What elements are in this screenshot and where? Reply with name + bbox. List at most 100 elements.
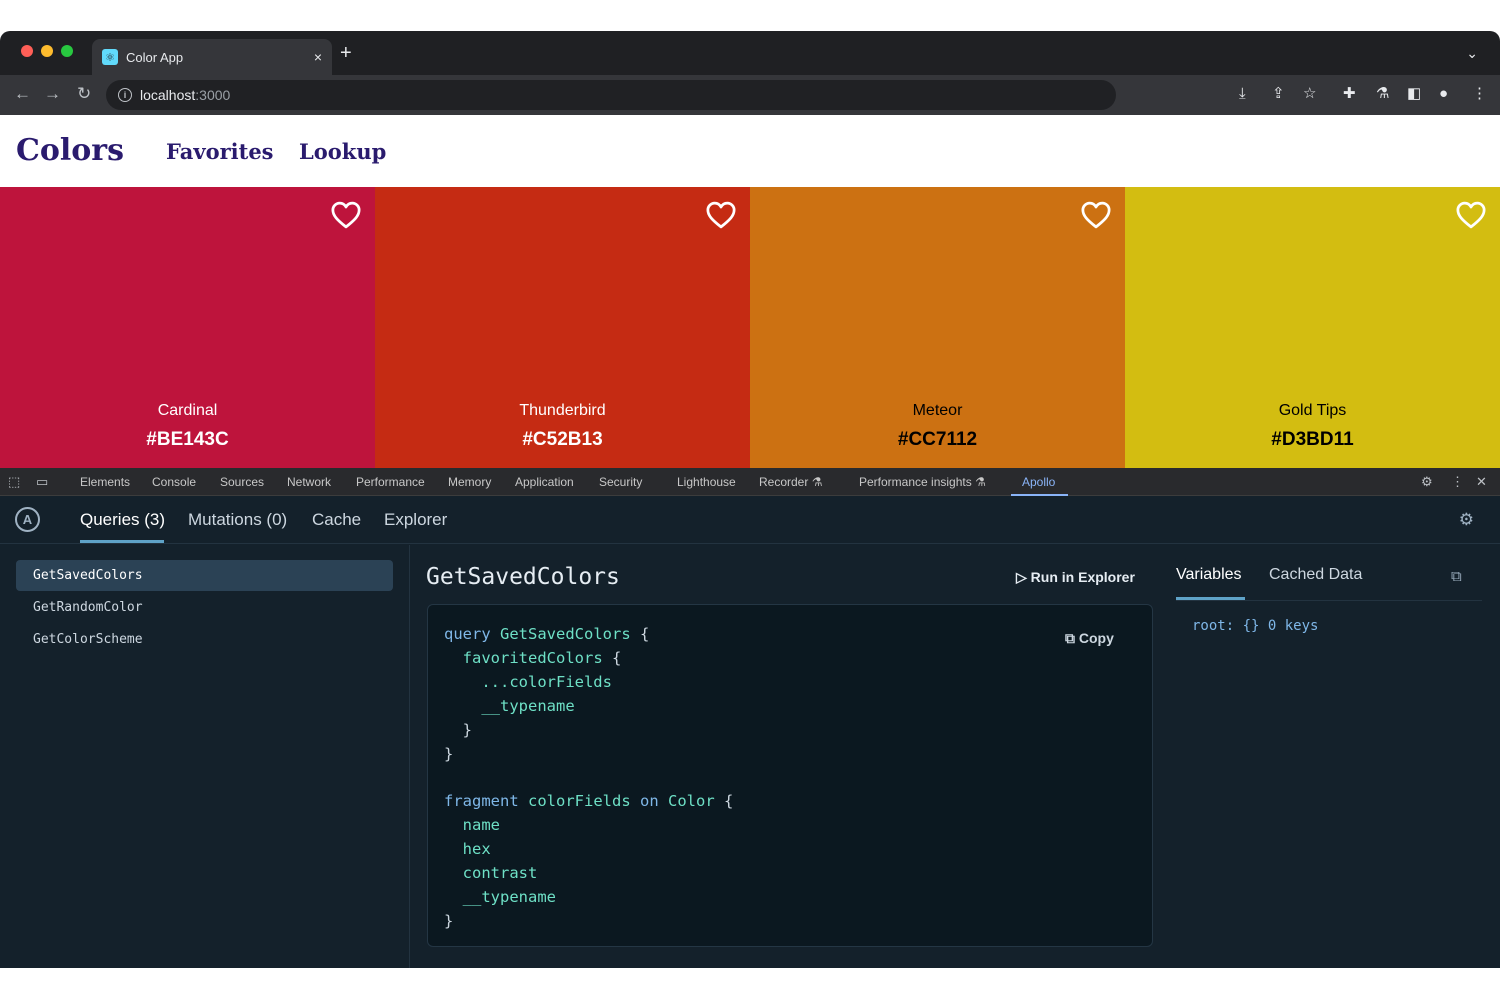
favorite-heart-icon[interactable] bbox=[1456, 201, 1486, 229]
color-name: Cardinal bbox=[157, 402, 218, 419]
browser-tab[interactable]: ⚛ Color App × bbox=[92, 39, 332, 75]
devtools-close-icon[interactable]: ✕ bbox=[1476, 474, 1487, 490]
code-line: ...colorFields bbox=[481, 672, 612, 691]
nav-favorites-link[interactable]: Favorites bbox=[166, 139, 274, 164]
nav-lookup-link[interactable]: Lookup bbox=[299, 139, 386, 164]
devtools-tab-console[interactable]: Console bbox=[152, 475, 196, 489]
close-tab-icon[interactable]: × bbox=[314, 49, 322, 65]
color-hex: #BE143C bbox=[146, 429, 229, 450]
maximize-window-button[interactable] bbox=[61, 45, 73, 57]
color-swatches: Cardinal #BE143C Thunderbird #C52B13 Meteor #… bbox=[0, 187, 1500, 468]
profile-icon[interactable]: ● bbox=[1439, 86, 1448, 102]
color-card[interactable]: Meteor #CC7112 bbox=[750, 187, 1125, 468]
recorder-label: Recorder bbox=[759, 475, 809, 489]
url-host: localhost bbox=[140, 87, 196, 103]
browser-menu-icon[interactable]: ⋮ bbox=[1472, 86, 1487, 102]
code-line: favoritedColors { bbox=[462, 648, 622, 667]
color-name: Thunderbird bbox=[519, 402, 606, 419]
site-info-icon[interactable]: i bbox=[118, 88, 132, 102]
forward-arrow-icon[interactable]: → bbox=[44, 85, 61, 103]
experiment-flask-icon: ⚗ bbox=[975, 475, 986, 489]
devtools-tab-network[interactable]: Network bbox=[287, 475, 331, 489]
side-panel-icon[interactable]: ◧ bbox=[1407, 86, 1421, 102]
tab-queries[interactable]: Queries (3) bbox=[80, 510, 165, 530]
color-hex: #C52B13 bbox=[522, 429, 603, 450]
app-header: Colors Favorites Lookup bbox=[0, 115, 1500, 187]
tab-search-chevron-icon[interactable]: ⌄ bbox=[1466, 45, 1478, 62]
screenshot-top-margin bbox=[0, 0, 1500, 31]
favorite-heart-icon[interactable] bbox=[1081, 201, 1111, 229]
right-panel-divider bbox=[1176, 600, 1482, 601]
tab-cached-data[interactable]: Cached Data bbox=[1269, 566, 1362, 584]
tab-variables[interactable]: Variables bbox=[1176, 566, 1242, 584]
code-line: __typename bbox=[462, 887, 556, 906]
code-line: contrast bbox=[462, 864, 538, 883]
copy-variables-icon[interactable]: ⧉ bbox=[1451, 568, 1462, 585]
devtools-tab-performance-insights[interactable]: Performance insights ⚗ bbox=[859, 475, 986, 489]
devtools-tab-memory[interactable]: Memory bbox=[448, 475, 491, 489]
tab-mutations[interactable]: Mutations (0) bbox=[188, 510, 287, 530]
color-card[interactable]: Cardinal #BE143C bbox=[0, 187, 375, 468]
minimize-window-button[interactable] bbox=[41, 45, 53, 57]
devtools-tab-security[interactable]: Security bbox=[599, 475, 642, 489]
address-bar[interactable]: i localhost:3000 bbox=[106, 80, 1116, 110]
bookmark-star-icon[interactable]: ☆ bbox=[1303, 86, 1316, 102]
play-icon: ▷ bbox=[1016, 569, 1027, 585]
query-item-getsavedcolors[interactable]: GetSavedColors bbox=[16, 560, 393, 591]
color-card[interactable]: Thunderbird #C52B13 bbox=[375, 187, 750, 468]
share-icon[interactable]: ⇪ bbox=[1272, 86, 1285, 102]
install-app-icon[interactable]: ⤓ bbox=[1239, 86, 1246, 102]
apollo-settings-gear-icon[interactable]: ⚙ bbox=[1459, 510, 1474, 530]
favorite-heart-icon[interactable] bbox=[706, 201, 736, 229]
color-hex: #CC7112 bbox=[897, 429, 978, 450]
tab-strip: ⚛ Color App × + ⌄ bbox=[0, 31, 1500, 75]
devtools-settings-gear-icon[interactable]: ⚙ bbox=[1421, 474, 1433, 490]
tab-cache[interactable]: Cache bbox=[312, 510, 361, 530]
tab-title: Color App bbox=[126, 49, 184, 65]
code-line: } bbox=[462, 720, 473, 739]
brand-logo[interactable]: Colors bbox=[16, 133, 124, 168]
experiment-flask-icon: ⚗ bbox=[811, 475, 823, 489]
code-line: name bbox=[462, 816, 500, 835]
back-arrow-icon[interactable]: ← bbox=[14, 85, 31, 103]
query-title: GetSavedColors bbox=[426, 564, 620, 590]
devtools-tab-recorder[interactable]: Recorder ⚗ bbox=[759, 475, 822, 489]
device-toolbar-icon[interactable]: ▭ bbox=[36, 474, 48, 490]
code-line: } bbox=[444, 744, 454, 763]
devtools-tab-apollo[interactable]: Apollo bbox=[1022, 475, 1055, 489]
copy-button[interactable]: ⧉ Copy bbox=[1065, 630, 1114, 647]
extensions-icon[interactable]: ✚ bbox=[1343, 86, 1356, 102]
react-icon: ⚛ bbox=[102, 49, 118, 65]
devtools-tab-performance[interactable]: Performance bbox=[356, 475, 425, 489]
devtools-tab-bar: ⬚ ▭ Elements Console Sources Network Per… bbox=[0, 468, 1500, 496]
apollo-tab-bar: A Queries (3) Mutations (0) Cache Explor… bbox=[0, 496, 1500, 544]
tab-explorer[interactable]: Explorer bbox=[384, 510, 447, 530]
new-tab-button[interactable]: + bbox=[340, 43, 352, 63]
inspect-element-icon[interactable]: ⬚ bbox=[8, 474, 20, 490]
query-code-block: ⧉ Copy query GetSavedColors { favoritedC… bbox=[427, 604, 1153, 947]
code-line: fragment colorFields on Color { bbox=[444, 792, 734, 811]
query-item-getcolorscheme[interactable]: GetColorScheme bbox=[16, 624, 393, 655]
code-line: hex bbox=[462, 840, 491, 859]
screenshot-bottom-margin bbox=[0, 968, 1500, 1000]
devtools-tab-application[interactable]: Application bbox=[515, 475, 574, 489]
reload-icon[interactable]: ↻ bbox=[77, 85, 91, 103]
apollo-logo-icon: A bbox=[15, 507, 40, 532]
query-code: query GetSavedColors { favoritedColors {… bbox=[444, 623, 733, 934]
devtools-more-icon[interactable]: ⋮ bbox=[1451, 474, 1464, 490]
devtools-tab-elements[interactable]: Elements bbox=[80, 475, 130, 489]
browser-toolbar: ← → ↻ i localhost:3000 ⤓ ⇪ ☆ ✚ ⚗ ◧ ● ⋮ bbox=[0, 75, 1500, 115]
color-name: Gold Tips bbox=[1278, 402, 1347, 419]
variables-tree: root: {} 0 keys bbox=[1192, 618, 1319, 634]
run-in-explorer-button[interactable]: ▷ Run in Explorer bbox=[1016, 569, 1135, 586]
query-item-getrandomcolor[interactable]: GetRandomColor bbox=[16, 592, 393, 623]
devtools-tab-sources[interactable]: Sources bbox=[220, 475, 264, 489]
devtools-tab-lighthouse[interactable]: Lighthouse bbox=[677, 475, 736, 489]
browser-chrome: ⚛ Color App × + ⌄ ← → ↻ i localhost:3000… bbox=[0, 31, 1500, 115]
color-card[interactable]: Gold Tips #D3BD11 bbox=[1125, 187, 1500, 468]
favorite-heart-icon[interactable] bbox=[331, 201, 361, 229]
labs-flask-icon[interactable]: ⚗ bbox=[1376, 86, 1389, 102]
close-window-button[interactable] bbox=[21, 45, 33, 57]
apollo-devtools-panel: A Queries (3) Mutations (0) Cache Explor… bbox=[0, 496, 1500, 968]
